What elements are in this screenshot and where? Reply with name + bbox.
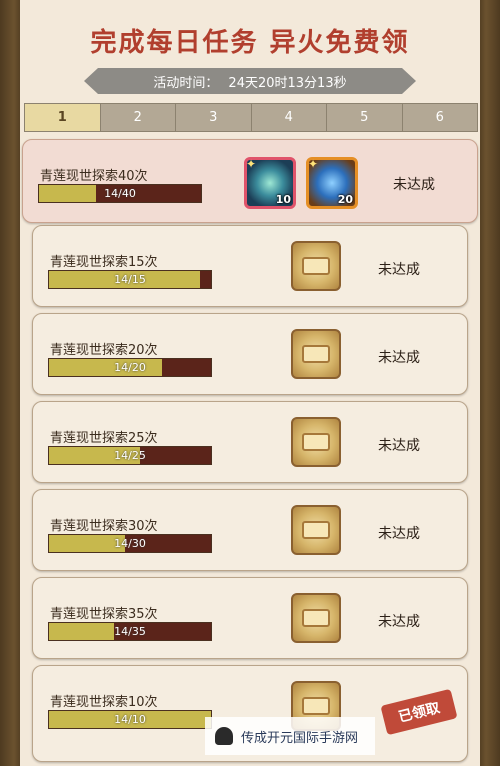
tab-2[interactable]: 2	[101, 104, 176, 131]
progress-bar: 14/25	[48, 446, 212, 465]
event-timer: 活动时间： 24天20时13分13秒	[84, 68, 416, 94]
task-status[interactable]: 未达成	[378, 611, 420, 631]
task-row: 青莲现世探索15次 14/15 未达成	[32, 225, 468, 307]
sparkle-icon: ✦	[308, 157, 319, 171]
timer-value: 24天20时13分13秒	[228, 75, 347, 91]
task-name: 青莲现世探索15次	[50, 255, 158, 270]
watermark-logo-icon	[215, 727, 233, 745]
watermark: 传成开元国际手游网	[205, 717, 375, 755]
progress-bar: 14/10	[48, 710, 212, 729]
progress-text: 14/40	[104, 187, 136, 200]
scroll-icon[interactable]	[291, 241, 341, 291]
tab-bar: 1 2 3 4 5 6	[24, 103, 478, 132]
scroll-icon[interactable]	[291, 329, 341, 379]
tab-4[interactable]: 4	[252, 104, 327, 131]
progress-text: 14/10	[114, 713, 146, 726]
progress-bar: 14/15	[48, 270, 212, 289]
task-row: 青莲现世探索30次 14/30 未达成	[32, 489, 468, 571]
scroll-glyph	[302, 609, 330, 627]
progress-bar: 14/35	[48, 622, 212, 641]
progress-bar: 14/30	[48, 534, 212, 553]
scroll-glyph	[302, 257, 330, 275]
tab-6[interactable]: 6	[403, 104, 478, 131]
task-name: 青莲现世探索20次	[50, 343, 158, 358]
watermark-text: 传成开元国际手游网	[241, 730, 359, 746]
scroll-glyph	[302, 521, 330, 539]
tab-1[interactable]: 1	[25, 104, 101, 131]
progress-bar: 14/40	[38, 184, 202, 203]
progress-text: 14/25	[114, 449, 146, 462]
task-name: 青莲现世探索40次	[40, 169, 148, 184]
task-status[interactable]: 未达成	[393, 174, 435, 194]
blue-flame-icon[interactable]: ✦ 20	[306, 157, 358, 209]
scroll-icon[interactable]	[291, 505, 341, 555]
task-name: 青莲现世探索10次	[50, 695, 158, 710]
progress-text: 14/30	[114, 537, 146, 550]
task-row: 青莲现世探索25次 14/25 未达成	[32, 401, 468, 483]
task-row: 青莲现世探索40次 14/40 ✦ 10 ✦ 20 未达成	[22, 139, 478, 223]
progress-text: 14/15	[114, 273, 146, 286]
task-status[interactable]: 未达成	[378, 523, 420, 543]
progress-text: 14/20	[114, 361, 146, 374]
tab-5[interactable]: 5	[327, 104, 403, 131]
reward-count: 10	[275, 193, 291, 206]
scroll-glyph	[302, 345, 330, 363]
claimed-stamp: 已领取	[380, 688, 458, 736]
scroll-glyph	[302, 697, 330, 715]
task-name: 青莲现世探索30次	[50, 519, 158, 534]
lotus-flame-icon[interactable]: ✦ 10	[244, 157, 296, 209]
scroll-glyph	[302, 433, 330, 451]
progress-bar: 14/20	[48, 358, 212, 377]
timer-label: 活动时间：	[153, 75, 219, 91]
tab-3[interactable]: 3	[176, 104, 252, 131]
task-row: 青莲现世探索20次 14/20 未达成	[32, 313, 468, 395]
task-status[interactable]: 未达成	[378, 347, 420, 367]
scroll-icon[interactable]	[291, 417, 341, 467]
scroll-icon[interactable]	[291, 593, 341, 643]
task-name: 青莲现世探索35次	[50, 607, 158, 622]
sparkle-icon: ✦	[246, 157, 257, 171]
progress-text: 14/35	[114, 625, 146, 638]
reward-count: 20	[337, 193, 353, 206]
task-status[interactable]: 未达成	[378, 259, 420, 279]
task-row: 青莲现世探索35次 14/35 未达成	[32, 577, 468, 659]
task-status[interactable]: 未达成	[378, 435, 420, 455]
page-title: 完成每日任务 异火免费领	[90, 28, 410, 58]
task-name: 青莲现世探索25次	[50, 431, 158, 446]
event-panel: 完成每日任务 异火免费领 活动时间： 24天20时13分13秒 1 2 3 4 …	[20, 0, 480, 766]
